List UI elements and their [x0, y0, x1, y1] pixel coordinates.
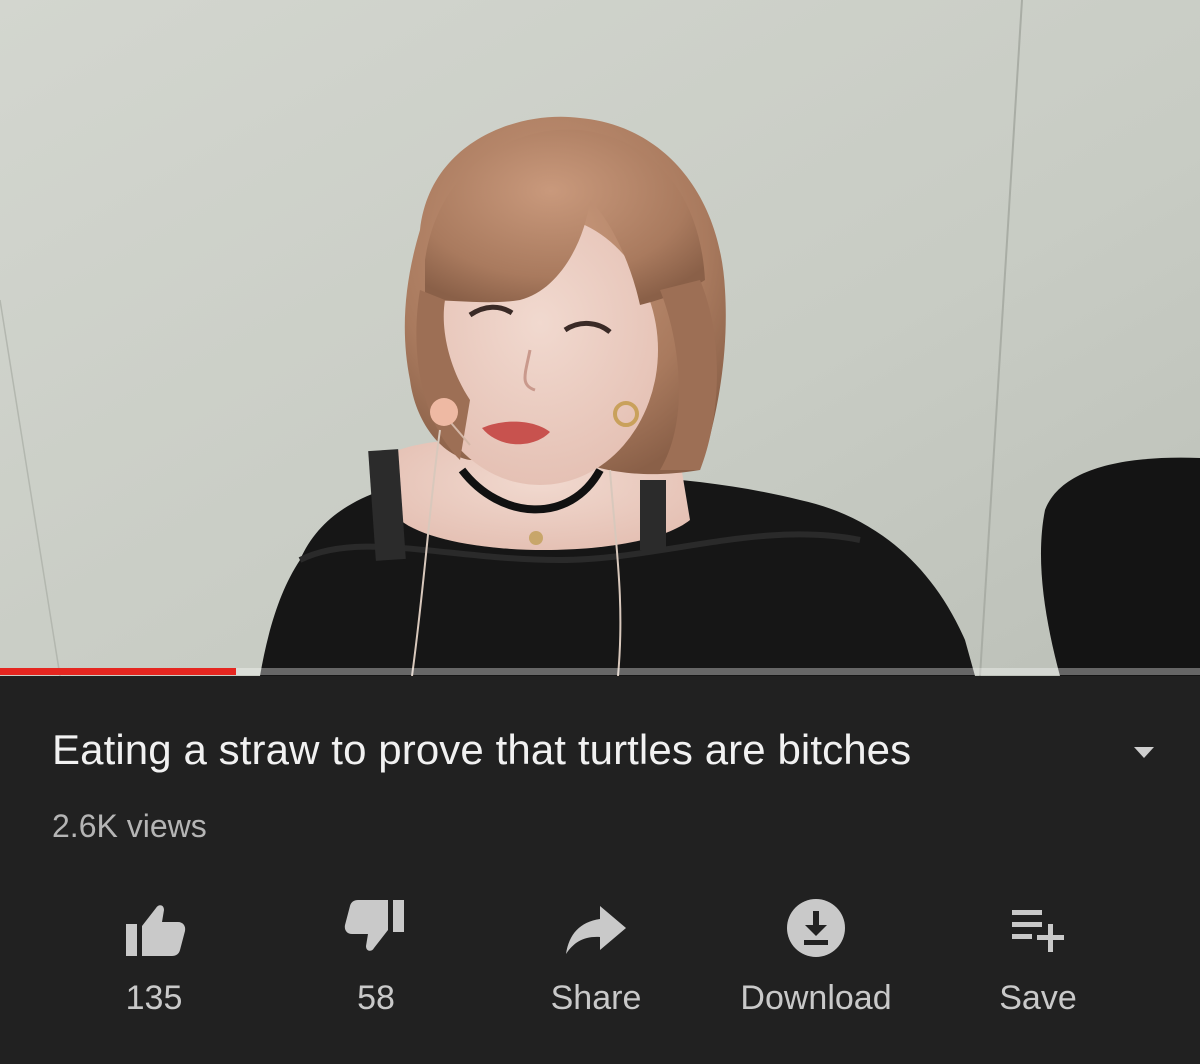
thumbs-down-icon	[342, 894, 410, 962]
like-count: 135	[125, 979, 183, 1017]
video-info-panel: Eating a straw to prove that turtles are…	[0, 676, 1200, 1064]
save-label: Save	[999, 979, 1077, 1017]
view-count: 2.6K views	[52, 808, 207, 844]
like-button[interactable]: 135	[54, 886, 254, 1036]
share-button[interactable]: Share	[496, 886, 696, 1036]
share-label: Share	[550, 979, 642, 1017]
download-button[interactable]: Download	[716, 886, 916, 1036]
progress-bar[interactable]	[0, 668, 1200, 675]
chevron-down-icon[interactable]	[1126, 740, 1162, 764]
download-icon	[782, 894, 850, 962]
dislike-count: 58	[357, 979, 395, 1017]
video-title: Eating a straw to prove that turtles are…	[52, 726, 912, 773]
save-button[interactable]: Save	[938, 886, 1138, 1036]
thumbs-up-icon	[120, 894, 188, 962]
video-frame	[0, 0, 1200, 676]
progress-bar-played	[0, 668, 237, 675]
download-label: Download	[740, 979, 892, 1017]
video-player[interactable]	[0, 0, 1200, 676]
share-arrow-icon	[562, 894, 630, 962]
title-row[interactable]: Eating a straw to prove that turtles are…	[52, 722, 1162, 782]
action-bar: 135 58 Share Download Save	[0, 886, 1200, 1036]
playlist-add-icon	[1004, 894, 1072, 962]
dislike-button[interactable]: 58	[276, 886, 476, 1036]
